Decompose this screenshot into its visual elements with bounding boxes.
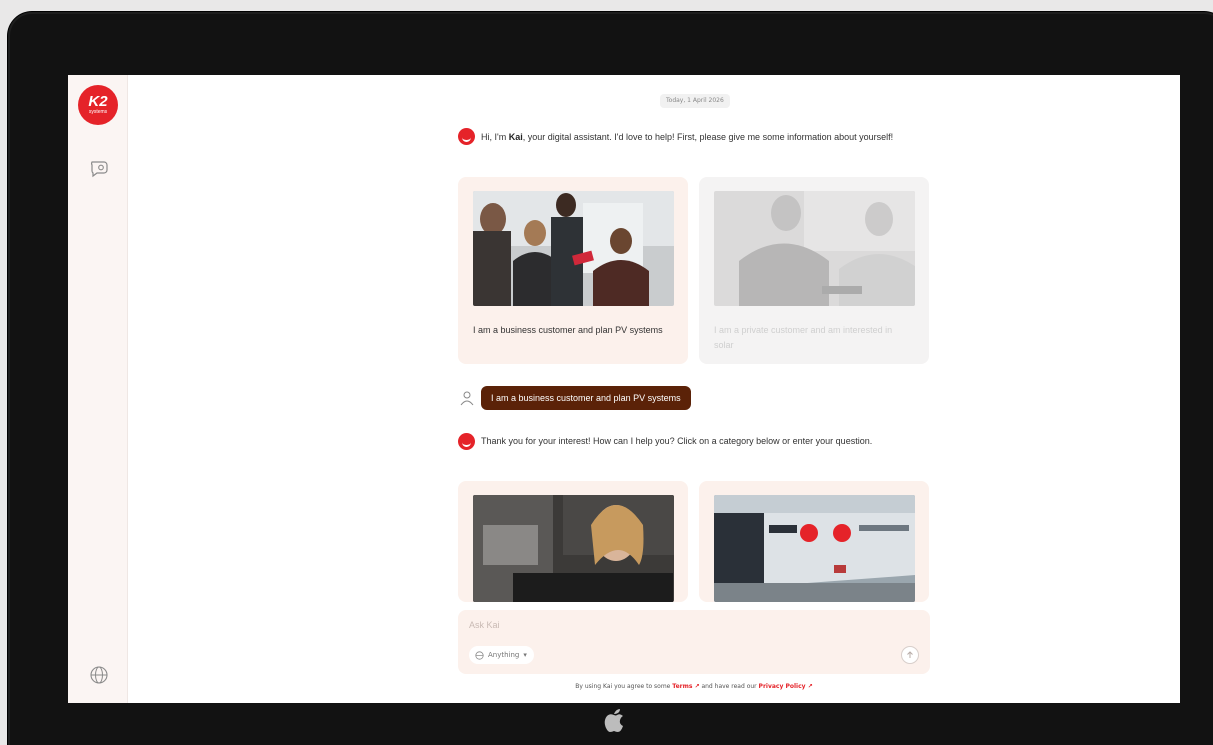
chat-input-box[interactable]: Ask Kai Anything ▾ [458,610,930,674]
business-team-photo [473,191,674,306]
send-button[interactable] [901,646,919,664]
k2-logo[interactable]: K2 systems [78,85,118,125]
option-card-private[interactable]: I am a private customer and am intereste… [699,177,929,364]
footer-pre: By using Kai you agree to some [575,683,673,690]
sidebar: K2 systems [68,75,128,703]
globe-icon[interactable] [88,664,110,686]
chat-input-placeholder[interactable]: Ask Kai [469,620,500,630]
privacy-policy-link[interactable]: Privacy Policy ↗ [759,683,813,690]
woman-at-computer-photo [473,495,674,602]
bot-message-greeting: Hi, I'm Kai, your digital assistant. I'd… [481,130,931,145]
monitor-bezel: K2 systems Today, 1 April 2026 Hi, I'm K… [8,12,1213,745]
logo-text: K2 [88,93,108,110]
footer-mid: and have read our [699,683,759,690]
scope-label: Anything [488,651,520,659]
bot-avatar [458,128,475,145]
option-label: I am a private customer and am intereste… [714,325,893,350]
user-message: I am a business customer and plan PV sys… [481,386,691,410]
category-card-company[interactable] [699,481,929,602]
legal-footer: By using Kai you agree to some Terms ↗ a… [448,683,940,690]
option-card-business[interactable]: I am a business customer and plan PV sys… [458,177,688,364]
apple-logo-icon [604,709,623,732]
greeting-pre: Hi, I'm [481,132,509,142]
option-label: I am a business customer and plan PV sys… [473,325,663,335]
user-icon [460,391,474,406]
logo-subtext: systems [88,109,108,115]
bot-name: Kai [508,132,523,142]
category-card-contact[interactable] [458,481,688,602]
globe-small-icon [475,650,484,660]
private-customer-photo [714,191,915,306]
bot-message-followup: Thank you for your interest! How can I h… [481,436,873,446]
chat-icon[interactable] [88,157,110,179]
bot-avatar [458,433,475,450]
date-divider: Today, 1 April 2026 [660,94,730,108]
greeting-post: , your digital assistant. I'd love to he… [522,132,894,142]
arrow-up-icon [907,651,913,658]
chevron-down-icon: ▾ [523,651,527,659]
terms-link[interactable]: Terms ↗ [672,683,699,690]
k2-building-photo [714,495,915,602]
scope-dropdown[interactable]: Anything ▾ [469,646,534,664]
app-window: K2 systems Today, 1 April 2026 Hi, I'm K… [68,75,1180,703]
